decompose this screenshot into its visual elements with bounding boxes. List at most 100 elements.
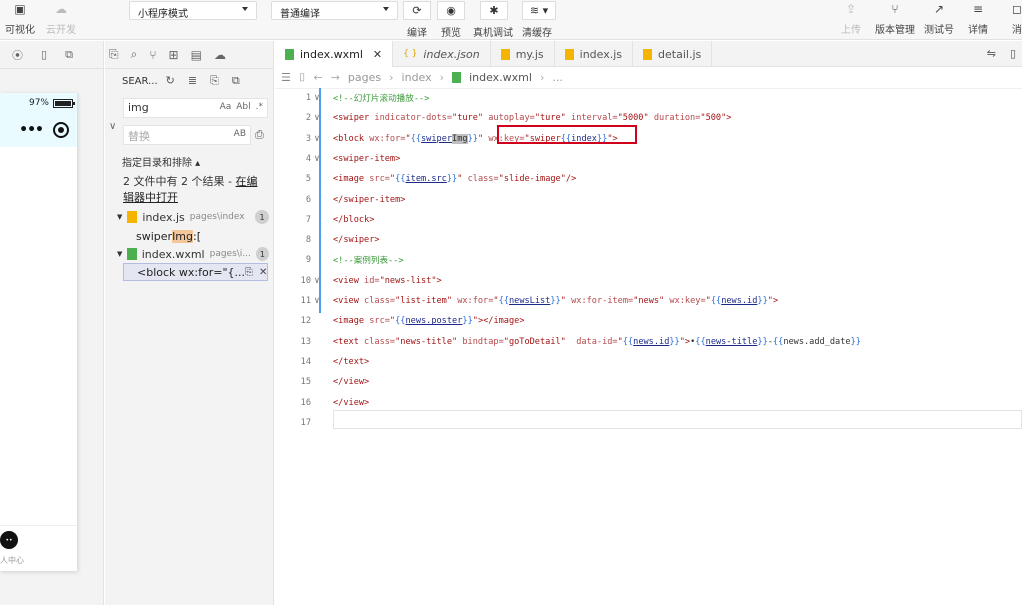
result-line[interactable]: swiper Img:[ (123, 227, 268, 245)
code-line[interactable]: 13 <text class="news-title" bindtap="goTo… (275, 332, 1022, 352)
more-icon[interactable]: ••• (19, 122, 44, 138)
code-line[interactable]: 10 ∨ <view id="news-list"> (275, 271, 1022, 291)
more-actions-icon[interactable]: ▯ (1010, 47, 1016, 60)
code-line[interactable]: 8 </swiper> (275, 230, 1022, 250)
result-file-index-js[interactable]: ▼ index.js pages\index 1 (117, 208, 269, 226)
breadcrumb-index-folder[interactable]: index (402, 71, 432, 84)
close-tab-icon[interactable]: ✕ (373, 48, 382, 61)
debug-icon[interactable]: ▤ (191, 48, 202, 62)
remote-debug-button[interactable]: ✱ (480, 1, 508, 20)
cloud-dev-button[interactable]: ☁ 云开发 (46, 2, 76, 36)
clear-results-icon[interactable]: ≣ (188, 74, 197, 88)
replace-icon[interactable]: ⎘ (245, 267, 253, 278)
code-line[interactable]: 12 <image src="{{news.poster}}"></image> (275, 311, 1022, 331)
preserve-case-icon[interactable]: AB (234, 129, 246, 139)
code-token: id= (358, 275, 380, 286)
fold-chevron-icon[interactable]: ∨ (311, 296, 323, 306)
code-line[interactable]: 5 <image src="{{item.src}}" class="slide-… (275, 169, 1022, 189)
line-number: 1 (305, 93, 311, 103)
code-line[interactable]: 14 </text> (275, 352, 1022, 372)
fold-chevron-icon[interactable]: ∨ (311, 276, 323, 286)
close-miniprogram-icon[interactable] (53, 122, 69, 138)
fold-chevron-icon[interactable]: ∨ (311, 93, 323, 103)
tab-my-js[interactable]: my.js (491, 41, 555, 67)
result-line-selected[interactable]: <block wx:for="{... ⎘ ✕ (123, 263, 268, 281)
refresh-icon[interactable]: ↻ (166, 74, 175, 88)
chevron-right-icon: › (539, 71, 545, 84)
code-text: </view> (323, 377, 369, 387)
cloud-icon[interactable]: ☁ (214, 48, 226, 62)
code-token: </view> (333, 377, 370, 388)
breadcrumb-more[interactable]: ... (552, 71, 563, 84)
result-count-badge: 1 (255, 247, 269, 261)
code-line[interactable]: 7 </block> (275, 210, 1022, 230)
tab-index-js[interactable]: index.js (555, 41, 634, 67)
bookmark-icon[interactable]: ⌷ (299, 71, 306, 85)
fold-chevron-icon[interactable]: ∨ (311, 113, 323, 123)
line-number: 10 (300, 275, 311, 286)
tab-detail-js[interactable]: detail.js (633, 41, 713, 67)
code-token: wx:for= (364, 133, 406, 144)
code-line[interactable]: 9 <!--案例列表--> (275, 250, 1022, 270)
line-number: 15 (300, 377, 311, 388)
phone-simulator[interactable]: 97% ••• •• 人中心 (0, 93, 77, 571)
tab-personal-center[interactable]: 人中心 (0, 555, 24, 566)
phone-icon[interactable]: ▯ (41, 48, 47, 61)
toggle-replace-icon[interactable]: ∨ (109, 121, 116, 132)
preview-button[interactable]: ◉ (437, 1, 465, 20)
window-icon[interactable]: ⧉ (65, 48, 73, 62)
code-token: item.src (405, 174, 447, 185)
fold-chevron-icon[interactable]: ∨ (311, 134, 323, 144)
wxml-file-icon (452, 72, 462, 83)
back-arrow-icon[interactable]: ← (313, 71, 322, 84)
dismiss-icon[interactable]: ✕ (259, 267, 267, 278)
avatar-icon[interactable]: •• (0, 531, 18, 549)
mode-select[interactable]: 小程序模式 (129, 1, 257, 20)
search-panel: ⎘ ⌕ ⑂ ⊞ ▤ ☁ SEAR... ↻ ≣ ⎘ ⧉ ∨ img Aa Abl… (105, 41, 274, 605)
details-button[interactable]: ≡ 详情 (968, 2, 988, 36)
js-file-icon (564, 48, 574, 60)
tab-index-wxml[interactable]: index.wxml ✕ (275, 41, 394, 67)
collapse-all-icon[interactable]: ⧉ (232, 74, 240, 88)
files-icon[interactable]: ⎘ (109, 47, 119, 62)
breadcrumb-file[interactable]: index.wxml (469, 71, 532, 84)
code-token: <swiper (333, 113, 370, 124)
messages-button[interactable]: ◻ 消 (1008, 2, 1022, 36)
code-token: "news-list" (379, 275, 437, 286)
forward-arrow-icon[interactable]: → (331, 71, 340, 84)
breadcrumb-pages[interactable]: pages (348, 71, 381, 84)
code-line[interactable]: 3 ∨ <block wx:for="{{swiperImg}}" wx:key="… (275, 129, 1022, 149)
match-case-icon[interactable]: Aa (220, 102, 232, 112)
replace-all-icon[interactable]: ⎙ (255, 128, 264, 142)
search-icon[interactable]: ⌕ (131, 47, 138, 62)
extensions-icon[interactable]: ⊞ (169, 48, 179, 62)
code-line[interactable]: 15 </view> (275, 372, 1022, 392)
version-manage-button[interactable]: ⑂ 版本管理 (875, 2, 915, 36)
tab-index-json[interactable]: { } index.json (393, 41, 491, 67)
code-token: <image (333, 316, 365, 327)
code-line[interactable]: 6 </swiper-item> (275, 190, 1022, 210)
replace-input[interactable]: 替换 AB (123, 125, 251, 145)
compile-select[interactable]: 普通编译 (271, 1, 398, 20)
code-line[interactable]: 1 ∨ <!--幻灯片滚动播放--> (275, 88, 1022, 108)
fold-chevron-icon[interactable]: ∨ (311, 154, 323, 164)
split-editor-icon[interactable]: ⇋ (987, 47, 996, 60)
test-account-button[interactable]: ↗ 测试号 (924, 2, 954, 36)
compile-button[interactable]: ⟳ (403, 1, 431, 20)
source-control-icon[interactable]: ⑂ (149, 48, 156, 62)
list-icon[interactable]: ☰ (281, 71, 291, 84)
code-line[interactable]: 11 ∨ <view class="list-item" wx:for="{{new… (275, 291, 1022, 311)
search-input[interactable]: img Aa Abl .* (123, 98, 268, 118)
include-exclude-toggle[interactable]: 指定目录和排除 ▴ (122, 154, 200, 169)
result-file-index-wxml[interactable]: ▼ index.wxml pages\i... 1 (117, 245, 269, 263)
clear-cache-button[interactable]: ≋ ▾ (522, 1, 556, 20)
match-word-icon[interactable]: Abl (236, 102, 250, 112)
regex-icon[interactable]: .* (256, 102, 263, 112)
code-line[interactable]: 2 ∨ <swiper indicator-dots="ture" autoplay… (275, 108, 1022, 128)
upload-button[interactable]: ⇪ 上传 (841, 2, 861, 36)
record-icon[interactable]: ⦿ (12, 47, 23, 63)
bug-icon: ✱ (489, 4, 499, 17)
visualize-button[interactable]: ▣ 可视化 (5, 2, 35, 36)
new-search-editor-icon[interactable]: ⎘ (210, 74, 219, 88)
code-line[interactable]: 4 ∨ <swiper-item> (275, 149, 1022, 169)
